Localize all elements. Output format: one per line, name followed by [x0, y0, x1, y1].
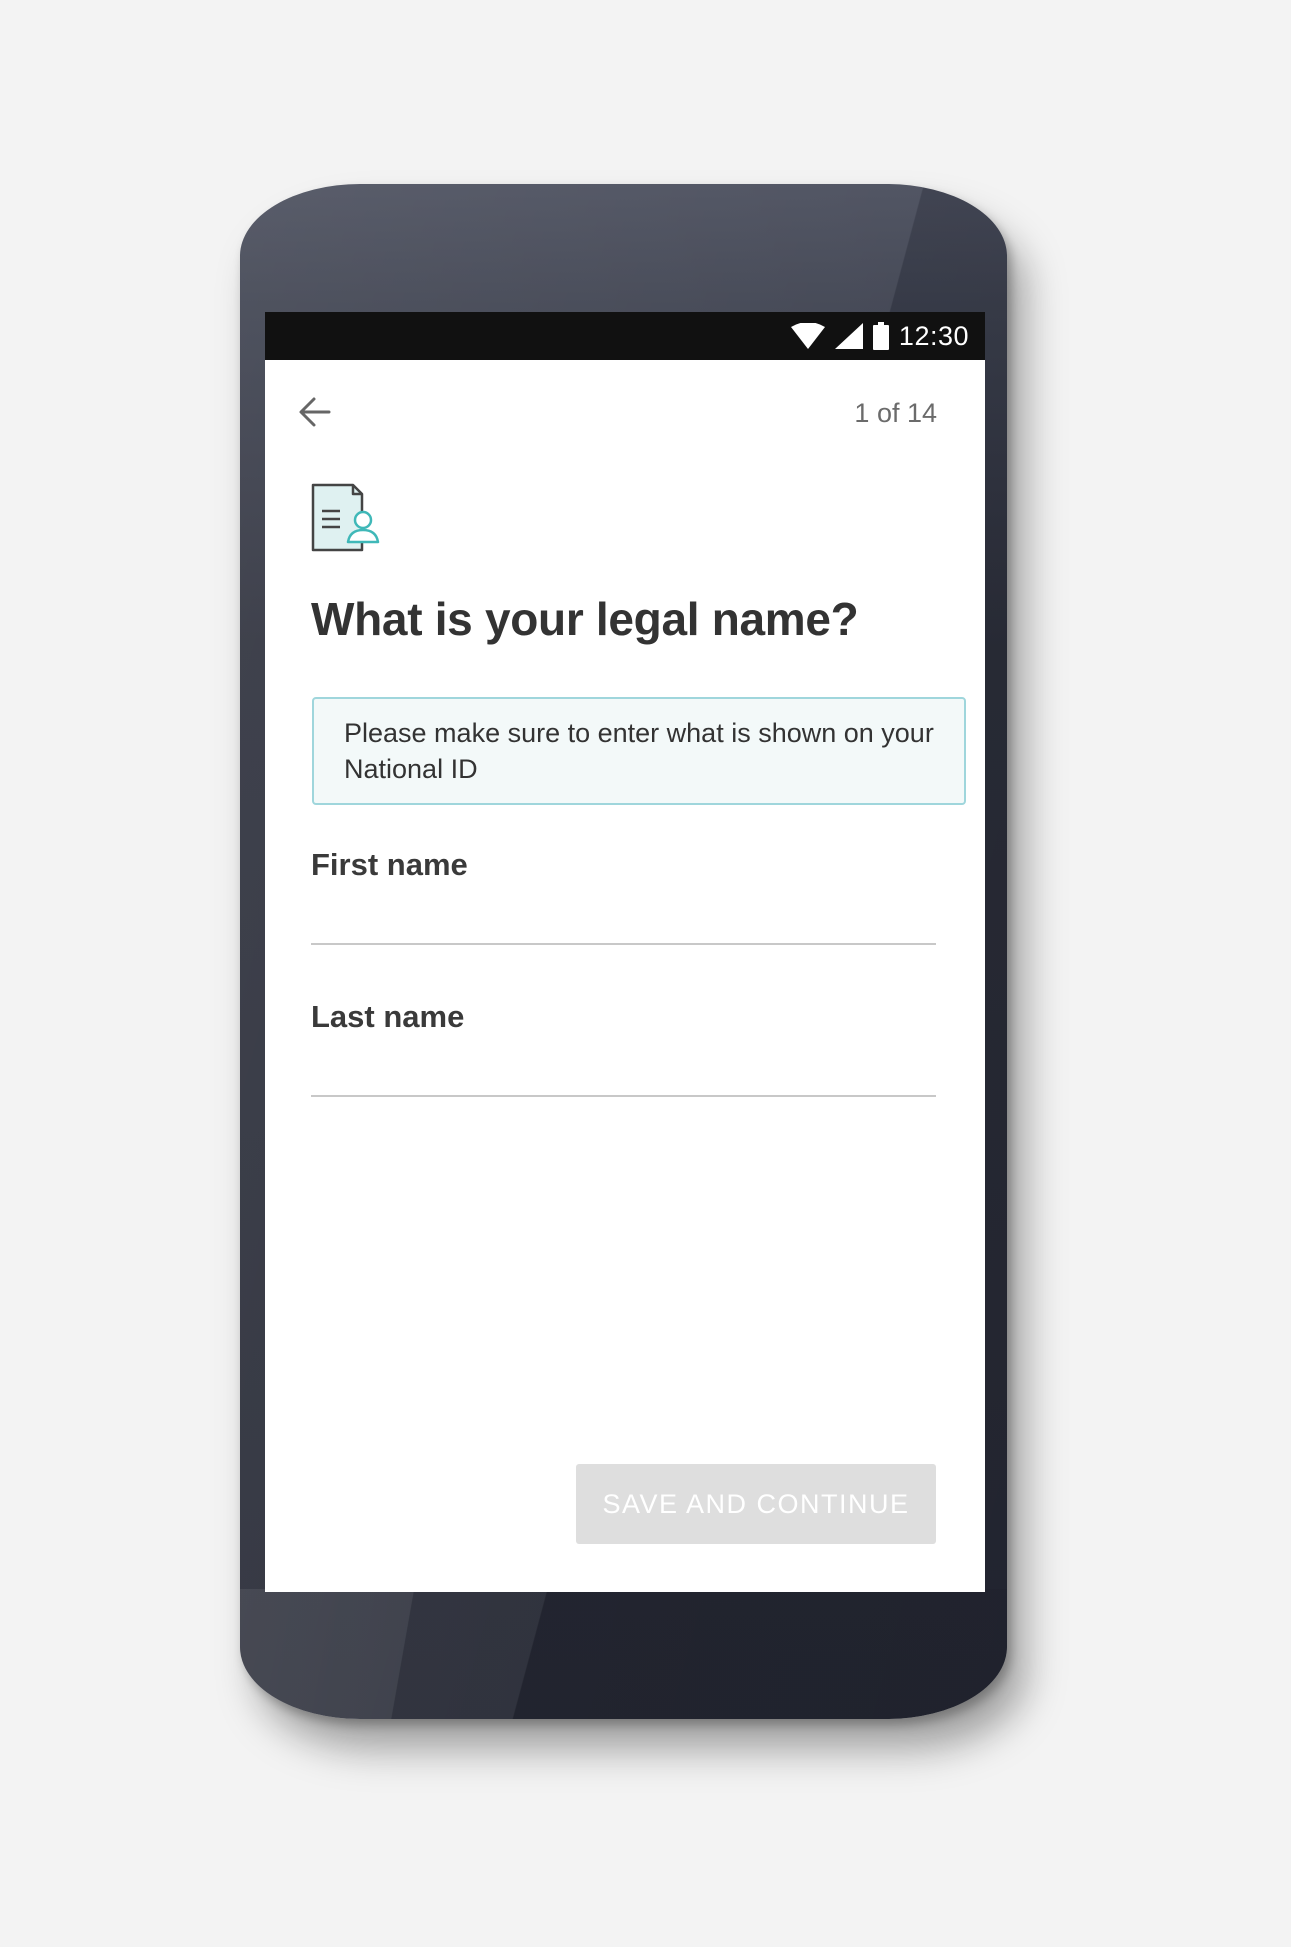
status-time: 12:30: [898, 320, 969, 351]
id-document-icon: [310, 482, 382, 554]
info-message: Please make sure to enter what is shown …: [312, 697, 966, 805]
cell-signal-icon: [834, 323, 863, 349]
back-button[interactable]: [295, 394, 335, 434]
phone-screen: 12:30 1 of 14 What is your legal name? P…: [265, 312, 985, 1592]
first-name-label: First name: [311, 847, 468, 882]
phone-bottom-shine: [240, 1589, 1007, 1719]
status-bar-right: 12:30: [790, 312, 969, 360]
status-bar: 12:30: [265, 312, 985, 360]
page-title: What is your legal name?: [311, 593, 859, 645]
first-name-input[interactable]: [311, 903, 936, 945]
first-name-field: First name: [311, 847, 936, 945]
last-name-field: Last name: [311, 999, 936, 1097]
step-counter: 1 of 14: [854, 398, 937, 428]
battery-icon: [872, 322, 889, 350]
last-name-input[interactable]: [311, 1055, 936, 1097]
stage: 12:30 1 of 14 What is your legal name? P…: [0, 0, 1291, 1947]
wifi-icon: [790, 323, 825, 349]
app-bar: 1 of 14: [265, 360, 985, 448]
save-and-continue-button[interactable]: SAVE AND CONTINUE: [576, 1464, 936, 1544]
last-name-label: Last name: [311, 999, 465, 1034]
arrow-left-icon: [297, 394, 333, 435]
